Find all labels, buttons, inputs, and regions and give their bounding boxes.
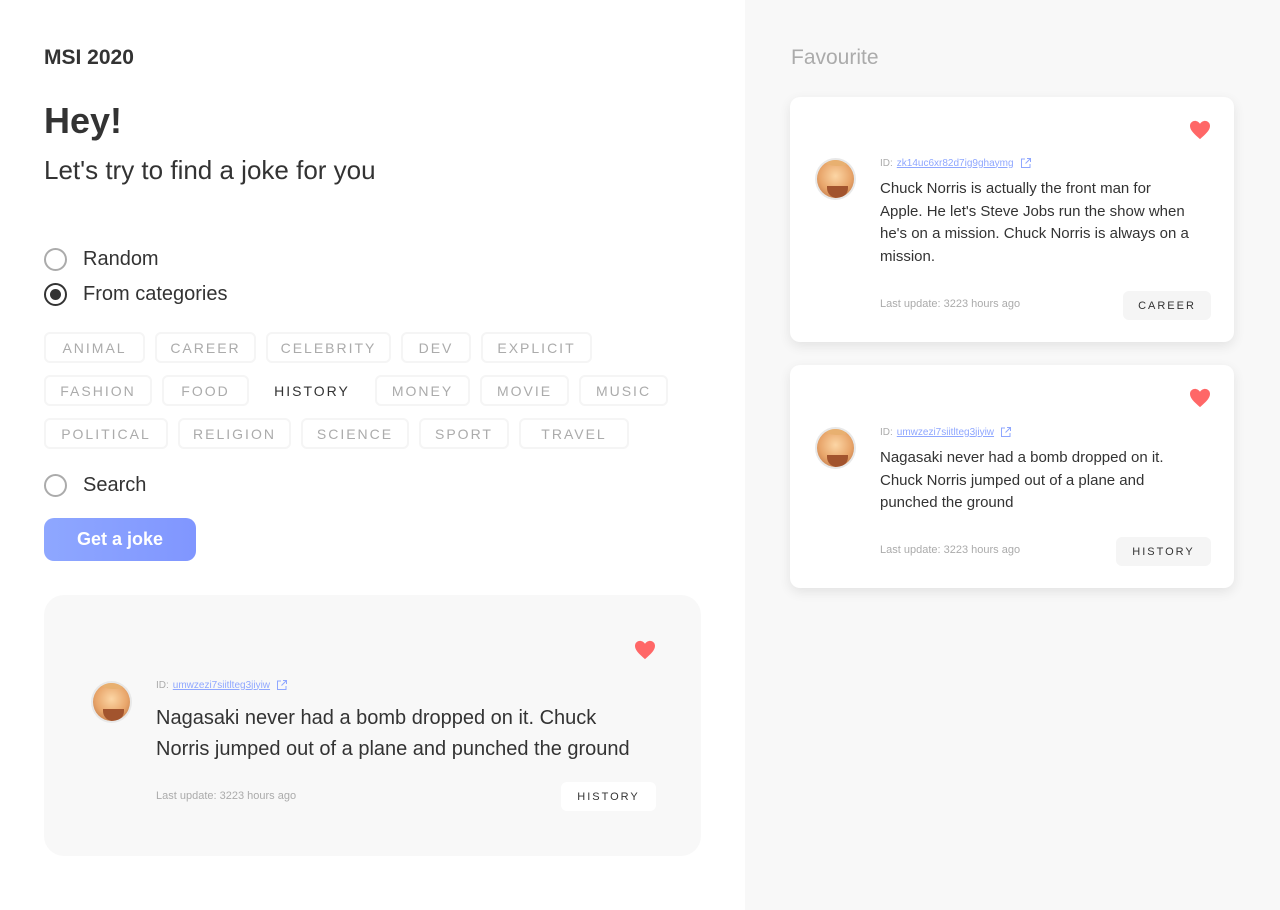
external-link-icon[interactable] bbox=[1000, 426, 1012, 438]
joke-id-label: ID: bbox=[880, 157, 893, 169]
joke-text-line: Nagasaki never had a bomb dropped on it.… bbox=[156, 707, 597, 729]
radio-from-categories-label: From categories bbox=[83, 283, 228, 305]
radio-random[interactable]: Random bbox=[44, 248, 159, 271]
joke-text-line: mission. bbox=[880, 247, 936, 265]
joke-id-line: ID: zk14uc6xr82d7ig9ghaymg bbox=[880, 157, 1032, 169]
joke-text-line: Chuck Norris jumped out of a plane and bbox=[880, 471, 1145, 489]
favourite-card: ID: zk14uc6xr82d7ig9ghaymg Chuck Norris … bbox=[790, 97, 1234, 342]
joke-id-link[interactable]: zk14uc6xr82d7ig9ghaymg bbox=[897, 158, 1014, 169]
category-chip-religion[interactable]: RELIGION bbox=[178, 418, 291, 449]
category-chips: ANIMAL CAREER CELEBRITY DEV EXPLICIT FAS… bbox=[44, 332, 694, 461]
external-link-icon[interactable] bbox=[1020, 157, 1032, 169]
category-chip-travel[interactable]: TRAVEL bbox=[519, 418, 629, 449]
category-chip-explicit[interactable]: EXPLICIT bbox=[481, 332, 592, 363]
category-badge: HISTORY bbox=[1116, 537, 1211, 566]
radio-from-categories[interactable]: From categories bbox=[44, 283, 228, 306]
joke-text-line: punched the ground bbox=[880, 494, 1014, 511]
category-chip-science[interactable]: SCIENCE bbox=[301, 418, 409, 449]
chuck-norris-avatar bbox=[815, 158, 856, 200]
category-chip-sport[interactable]: SPORT bbox=[419, 418, 509, 449]
radio-from-categories-circle[interactable] bbox=[44, 283, 67, 306]
app-logo: MSI 2020 bbox=[44, 46, 134, 69]
category-chip-animal[interactable]: ANIMAL bbox=[44, 332, 145, 363]
favourites-sidebar: Favourite ID: zk14uc6xr82d7ig9ghaymg Chu… bbox=[745, 0, 1280, 910]
category-chip-history[interactable]: HISTORY bbox=[259, 375, 365, 406]
joke-id-label: ID: bbox=[156, 679, 169, 691]
category-chip-fashion[interactable]: FASHION bbox=[44, 375, 152, 406]
category-row: ANIMAL CAREER CELEBRITY DEV EXPLICIT bbox=[44, 332, 694, 363]
subtitle: Let's try to find a joke for you bbox=[44, 155, 376, 185]
greeting-heading: Hey! bbox=[44, 100, 123, 141]
joke-id-label: ID: bbox=[880, 426, 893, 438]
last-update-text: Last update: 3223 hours ago bbox=[880, 298, 1021, 310]
heart-icon[interactable] bbox=[1189, 120, 1211, 140]
heart-icon[interactable] bbox=[1189, 388, 1211, 408]
radio-search-label: Search bbox=[83, 474, 147, 496]
favourite-card: ID: umwzezi7siitlteg3jiyiw Nagasaki neve… bbox=[790, 365, 1234, 588]
joke-id-line: ID: umwzezi7siitlteg3jiyiw bbox=[880, 426, 1012, 438]
radio-search[interactable]: Search bbox=[44, 474, 146, 497]
joke-text: Chuck Norris is actually the front man f… bbox=[880, 178, 1189, 268]
category-chip-career[interactable]: CAREER bbox=[155, 332, 256, 363]
radio-search-circle[interactable] bbox=[44, 474, 67, 497]
category-badge: CAREER bbox=[1123, 291, 1211, 320]
radio-random-label: Random bbox=[83, 248, 159, 270]
external-link-icon[interactable] bbox=[276, 679, 288, 691]
joke-text-line: Chuck Norris is actually the front man f… bbox=[880, 180, 1151, 197]
get-joke-button[interactable]: Get a joke bbox=[44, 518, 196, 561]
category-chip-music[interactable]: MUSIC bbox=[579, 375, 668, 406]
joke-id-line: ID: umwzezi7siitlteg3jiyiw bbox=[156, 679, 288, 691]
main-panel: MSI 2020 Hey! Let's try to find a joke f… bbox=[0, 0, 745, 910]
category-chip-food[interactable]: FOOD bbox=[162, 375, 249, 406]
category-chip-money[interactable]: MONEY bbox=[375, 375, 470, 406]
joke-text: Nagasaki never had a bomb dropped on it.… bbox=[880, 447, 1164, 515]
favourites-title: Favourite bbox=[791, 46, 879, 69]
category-chip-celebrity[interactable]: CELEBRITY bbox=[266, 332, 391, 363]
category-row: POLITICAL RELIGION SCIENCE SPORT TRAVEL bbox=[44, 418, 694, 449]
category-chip-political[interactable]: POLITICAL bbox=[44, 418, 168, 449]
current-joke-card: ID: umwzezi7siitlteg3jiyiw Nagasaki neve… bbox=[44, 595, 701, 856]
joke-text: Nagasaki never had a bomb dropped on it.… bbox=[156, 703, 630, 765]
heart-icon[interactable] bbox=[634, 640, 656, 660]
category-badge: HISTORY bbox=[561, 782, 656, 811]
category-chip-dev[interactable]: DEV bbox=[401, 332, 471, 363]
radio-random-circle[interactable] bbox=[44, 248, 67, 271]
last-update-text: Last update: 3223 hours ago bbox=[156, 790, 297, 802]
joke-text-line: he's on a mission. Chuck Norris is alway… bbox=[880, 225, 1189, 242]
category-chip-movie[interactable]: MOVIE bbox=[480, 375, 569, 406]
joke-text-line: Apple. He let's Steve Jobs run the show … bbox=[880, 202, 1185, 220]
joke-id-link[interactable]: umwzezi7siitlteg3jiyiw bbox=[173, 680, 270, 691]
joke-id-link[interactable]: umwzezi7siitlteg3jiyiw bbox=[897, 427, 994, 438]
last-update-text: Last update: 3223 hours ago bbox=[880, 544, 1021, 556]
joke-text-line: Nagasaki never had a bomb dropped on it. bbox=[880, 449, 1164, 466]
joke-text-line: Norris jumped out of a plane and punched… bbox=[156, 738, 630, 760]
category-row: FASHION FOOD HISTORY MONEY MOVIE MUSIC bbox=[44, 375, 694, 406]
chuck-norris-avatar bbox=[815, 427, 856, 469]
chuck-norris-avatar bbox=[91, 681, 132, 723]
